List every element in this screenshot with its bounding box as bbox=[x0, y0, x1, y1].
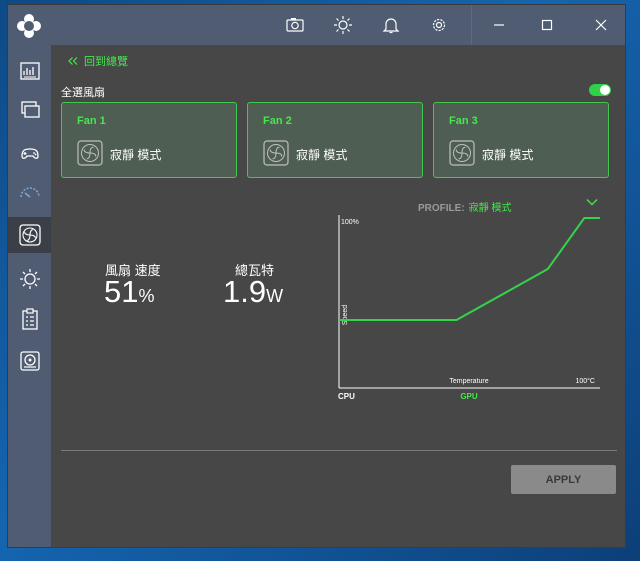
cpu-source-label[interactable]: CPU bbox=[338, 392, 355, 401]
x-axis-label: Temperature bbox=[449, 378, 488, 385]
profile-label: PROFILE: bbox=[418, 203, 465, 214]
y-max-label: 100% bbox=[341, 219, 359, 226]
select-all-fans-label: 全選風扇 bbox=[61, 87, 105, 99]
power-number: 1.9 bbox=[223, 274, 267, 309]
sidebar-item-dashboard[interactable] bbox=[8, 53, 51, 89]
sidebar-item-drive[interactable] bbox=[8, 343, 51, 379]
sun-icon bbox=[19, 269, 40, 289]
app-window: 回到總覽 全選風扇 Fan 1 寂靜 模式 Fan 2 寂靜 模式 Fan 3 … bbox=[7, 4, 626, 548]
sidebar-item-fan[interactable] bbox=[8, 217, 51, 253]
profile-value: 寂靜 模式 bbox=[468, 203, 512, 214]
apply-button[interactable]: APPLY bbox=[511, 465, 616, 494]
minimize-button[interactable] bbox=[477, 5, 521, 45]
x-max-label: 100°C bbox=[575, 377, 595, 385]
fan-curve-series-line[interactable] bbox=[339, 217, 600, 321]
fan-name: Fan 2 bbox=[263, 115, 292, 127]
fan-name: Fan 3 bbox=[449, 115, 478, 127]
fan-curve-chart[interactable]: 100% Speed Temperature 100°C CPU GPU bbox=[338, 215, 608, 410]
double-chevron-left-icon bbox=[68, 57, 78, 65]
main-panel: 回到總覽 全選風扇 Fan 1 寂靜 模式 Fan 2 寂靜 模式 Fan 3 … bbox=[51, 45, 625, 547]
monitor-icon bbox=[20, 101, 40, 118]
app-logo[interactable] bbox=[16, 13, 42, 39]
back-link-label: 回到總覽 bbox=[84, 56, 128, 68]
gear-icon bbox=[432, 18, 446, 32]
maximize-button[interactable] bbox=[525, 5, 569, 45]
back-to-overview-link[interactable]: 回到總覽 bbox=[68, 53, 128, 69]
maximize-icon bbox=[541, 19, 553, 31]
sidebar-item-lighting[interactable] bbox=[8, 261, 51, 297]
gamepad-icon bbox=[20, 148, 39, 159]
select-all-toggle[interactable] bbox=[589, 84, 611, 96]
titlebar-separator bbox=[471, 5, 472, 45]
gpu-source-label[interactable]: GPU bbox=[460, 392, 478, 401]
fan-mode: 寂靜 模式 bbox=[110, 148, 162, 162]
fan-card-1[interactable]: Fan 1 寂靜 模式 bbox=[61, 102, 237, 178]
bell-icon bbox=[382, 18, 400, 34]
toggle-knob bbox=[600, 85, 610, 95]
fan-icon bbox=[449, 140, 475, 166]
close-button[interactable] bbox=[579, 5, 623, 45]
chevron-down-icon[interactable] bbox=[586, 197, 598, 207]
fan-icon bbox=[77, 140, 103, 166]
fan-name: Fan 1 bbox=[77, 115, 106, 127]
sidebar-item-speedometer[interactable] bbox=[8, 175, 51, 211]
fan-speed-number: 51 bbox=[104, 274, 139, 309]
y-axis-label: Speed bbox=[342, 305, 349, 325]
sidebar bbox=[8, 5, 51, 547]
fan-mode: 寂靜 模式 bbox=[482, 148, 534, 162]
divider bbox=[61, 450, 617, 451]
fan-card-3[interactable]: Fan 3 寂靜 模式 bbox=[433, 102, 609, 178]
title-bar bbox=[51, 5, 625, 45]
notifications-button[interactable] bbox=[369, 5, 413, 45]
fan-speed-unit: % bbox=[138, 286, 155, 306]
sidebar-item-clipboard[interactable] bbox=[8, 301, 51, 337]
dashboard-icon bbox=[19, 62, 40, 80]
settings-button[interactable] bbox=[417, 5, 461, 45]
screenshot-button[interactable] bbox=[273, 5, 317, 45]
drive-icon bbox=[19, 351, 40, 371]
fan-icon bbox=[18, 224, 41, 246]
profile-selector[interactable]: PROFILE: 寂靜 模式 bbox=[418, 199, 511, 214]
power-unit: W bbox=[266, 286, 284, 306]
camera-icon bbox=[286, 18, 304, 32]
brightness-icon bbox=[334, 16, 352, 34]
sidebar-item-gamepad[interactable] bbox=[8, 135, 51, 171]
fan-mode: 寂靜 模式 bbox=[296, 148, 348, 162]
fan-card-2[interactable]: Fan 2 寂靜 模式 bbox=[247, 102, 423, 178]
sidebar-item-monitor[interactable] bbox=[8, 91, 51, 127]
close-icon bbox=[595, 19, 607, 31]
clipboard-icon bbox=[21, 308, 38, 330]
minimize-icon bbox=[494, 24, 504, 26]
brightness-button[interactable] bbox=[321, 5, 365, 45]
speedometer-icon bbox=[19, 187, 40, 198]
fan-icon bbox=[263, 140, 289, 166]
fan-speed-value: 51% bbox=[104, 274, 155, 310]
power-value: 1.9W bbox=[223, 274, 283, 310]
